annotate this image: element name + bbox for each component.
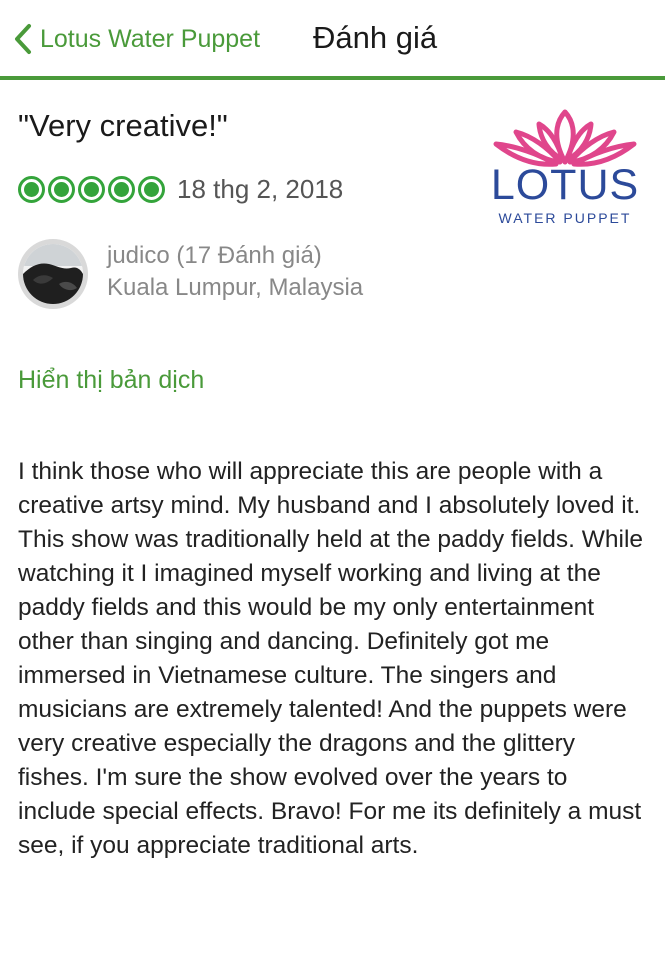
back-button[interactable]: Lotus Water Puppet bbox=[12, 22, 260, 56]
logo-subtext: WATER PUPPET bbox=[498, 210, 632, 226]
rating-bubble-icon bbox=[138, 176, 165, 203]
rating-bubbles bbox=[18, 176, 168, 203]
reviewer-name[interactable]: judico (17 Đánh giá) bbox=[107, 242, 322, 270]
rating-bubble-fill bbox=[144, 182, 159, 197]
rating-bubble-fill bbox=[114, 182, 129, 197]
rating-bubble-fill bbox=[84, 182, 99, 197]
rating-bubble-icon bbox=[18, 176, 45, 203]
rating-bubble-fill bbox=[24, 182, 39, 197]
logo-wordmark: LOTUS bbox=[490, 161, 640, 209]
reviewer-location: Kuala Lumpur, Malaysia bbox=[107, 274, 364, 301]
rating-bubble-fill bbox=[54, 182, 69, 197]
page-title: Đánh giá bbox=[313, 20, 438, 55]
rating-bubble-icon bbox=[48, 176, 75, 203]
review-date: 18 thg 2, 2018 bbox=[177, 174, 344, 204]
chevron-left-icon bbox=[15, 24, 31, 54]
lotus-water-puppet-logo: LOTUS WATER PUPPET bbox=[490, 106, 640, 230]
review-body: I think those who will appreciate this a… bbox=[18, 458, 644, 859]
avatar[interactable] bbox=[18, 239, 88, 309]
show-translation-link[interactable]: Hiển thị bản dịch bbox=[18, 366, 204, 395]
rating-row: 18 thg 2, 2018 bbox=[18, 174, 343, 205]
review-title: "Very creative!" bbox=[18, 108, 228, 143]
reviewer-photo bbox=[23, 244, 83, 304]
rating-bubble-icon bbox=[108, 176, 135, 203]
top-nav-bar: Lotus Water Puppet Đánh giá bbox=[0, 0, 665, 80]
back-button-label: Lotus Water Puppet bbox=[40, 24, 261, 53]
rating-bubble-icon bbox=[78, 176, 105, 203]
